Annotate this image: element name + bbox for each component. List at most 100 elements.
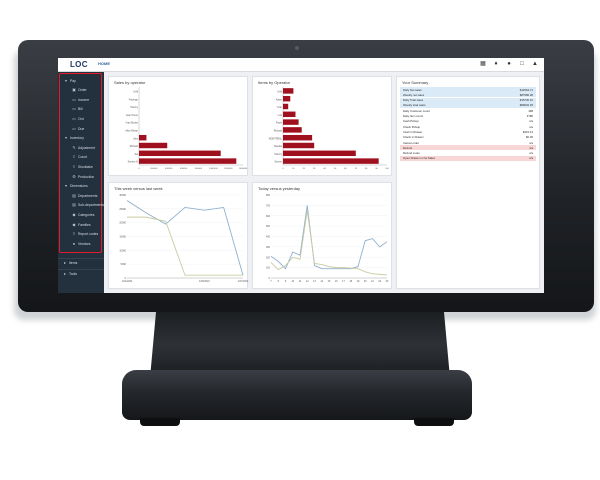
y-tick-label: 400 bbox=[266, 236, 271, 239]
summary-row: Cash in Drawer $415.13 bbox=[400, 129, 536, 135]
sidebar-item[interactable]: ◆ Categories bbox=[58, 211, 104, 218]
summary-value: $89602.03 bbox=[519, 103, 533, 108]
sidebar-item-label: Categories bbox=[78, 212, 95, 217]
app-logo[interactable]: LOC bbox=[70, 60, 88, 69]
sidebar-section-label: Items bbox=[69, 261, 78, 265]
summary-value: n/a bbox=[529, 140, 533, 145]
sidebar-item[interactable]: ▾ Dimensions bbox=[58, 183, 104, 190]
sidebar-item[interactable]: ◆ Families bbox=[58, 221, 104, 228]
sidebar-item-label: Stocktake bbox=[78, 164, 93, 169]
x-tick-label: 0 bbox=[138, 168, 140, 170]
sidebar-item[interactable]: ▾ Inventory bbox=[58, 135, 104, 142]
sidebar-item[interactable]: ▭ Bill bbox=[58, 106, 104, 113]
bar bbox=[283, 88, 294, 94]
document-icon: ▭ bbox=[72, 125, 76, 131]
sidebar-item[interactable]: ▭ Ord bbox=[58, 115, 104, 122]
copy-icon[interactable]: □ bbox=[519, 61, 525, 68]
sidebar-item[interactable]: ▤ Departments bbox=[58, 192, 104, 199]
sidebar-item[interactable]: ≡ Report codes bbox=[58, 231, 104, 238]
sidebar-item[interactable]: ▾ Pay bbox=[58, 77, 104, 84]
sidebar-item-label: Production bbox=[78, 174, 95, 179]
y-tick-label: 600 bbox=[266, 215, 271, 218]
x-tick-label: 9 bbox=[285, 280, 287, 283]
sidebar-section[interactable]: ▸ Items bbox=[58, 258, 104, 267]
chevron-down-icon: ▾ bbox=[64, 77, 67, 83]
x-tick-label: 20 bbox=[303, 168, 306, 170]
list-icon: ≡ bbox=[72, 154, 76, 160]
sidebar-item[interactable]: ✎ Adjustment bbox=[58, 144, 104, 151]
sidebar-item[interactable]: ≡ Count bbox=[58, 154, 104, 161]
bar bbox=[283, 95, 291, 102]
sales-by-operator-chart: Kelli Fravinge Tammy Jean Pierre Yvan Boulet… bbox=[125, 87, 248, 170]
x-tick-label: 0 bbox=[282, 168, 284, 170]
x-tick-label: 70 bbox=[355, 168, 358, 170]
sidebar-section-label: Tools bbox=[69, 272, 77, 276]
card-summary: Your Summary Daily Net sales $14564.71 Wee… bbox=[396, 76, 540, 289]
sidebar-item[interactable]: ▤ Sub-departments bbox=[58, 202, 104, 209]
summary-value: $14564.71 bbox=[519, 87, 533, 92]
summary-value: n/a bbox=[529, 124, 533, 129]
chevron-down-icon: ▾ bbox=[64, 183, 67, 189]
sidebar-item[interactable]: ≡ Stocktake bbox=[58, 163, 104, 170]
cart-icon: ▣ bbox=[72, 87, 76, 93]
summary-row: Daily Net sales $14564.71 bbox=[400, 87, 536, 92]
dashboard-content: Sales by operator Kelli Fravinge Tammy Jean… bbox=[104, 72, 544, 293]
sidebar-item[interactable]: ▭ Income bbox=[58, 96, 104, 103]
sidebar: ▾ Pay ▣ Order ▭ Income ▭ Bill ▭ Ord ▭ Due ▾ Inventory… bbox=[58, 72, 104, 293]
summary-value: 3786 bbox=[526, 114, 533, 118]
y-tick-label: Fravinge bbox=[129, 98, 139, 101]
y-tick-label: 300 bbox=[266, 246, 271, 249]
sidebar-item[interactable]: ▭ Due bbox=[58, 125, 104, 132]
x-tick-label: 30 bbox=[313, 168, 316, 170]
sidebar-item[interactable]: ⚙ Production bbox=[58, 173, 104, 180]
folder-icon: ▤ bbox=[72, 192, 76, 198]
y-tick-label: Tammy bbox=[130, 106, 139, 109]
folder-icon: ▤ bbox=[72, 202, 76, 208]
bar bbox=[139, 142, 168, 149]
summary-label: Daily Customer count bbox=[403, 108, 430, 113]
sidebar-item-label: Income bbox=[78, 97, 90, 102]
x-tick-label: 19 bbox=[357, 280, 360, 283]
sidebar-item[interactable]: ● Vendors bbox=[58, 240, 104, 247]
x-tick-label: 100 bbox=[385, 168, 389, 170]
card-title: Your Summary bbox=[402, 80, 429, 85]
grid-icon[interactable]: ▦ bbox=[480, 61, 486, 68]
sidebar-item-label: Pay bbox=[70, 78, 76, 83]
x-tick-label: 600000 bbox=[180, 168, 188, 170]
bar bbox=[139, 150, 221, 157]
sidebar-item-label: Count bbox=[78, 155, 88, 160]
x-tick-label: 21 bbox=[371, 280, 374, 283]
bar bbox=[283, 111, 296, 118]
summary-label: Check Pickup bbox=[403, 124, 421, 129]
x-tick-label: 10 bbox=[291, 280, 294, 283]
summary-label: Weekly total sales bbox=[403, 103, 426, 108]
x-tick-label: 1400000 bbox=[239, 168, 248, 170]
x-tick-label: 800000 bbox=[195, 168, 203, 170]
items-by-operator-chart: Kelli Adam Yvan Luis Frank Richard MONTREAL Cla… bbox=[269, 87, 390, 170]
bar bbox=[283, 142, 315, 149]
bar bbox=[283, 127, 302, 133]
y-tick-label: Service N bbox=[128, 161, 139, 164]
sidebar-item[interactable]: ▣ Order bbox=[58, 87, 104, 94]
bar bbox=[139, 158, 237, 164]
user-icon[interactable]: ▲ bbox=[532, 61, 538, 68]
summary-row: Cash Pickup n/a bbox=[400, 118, 536, 124]
sidebar-item-label: Departments bbox=[78, 193, 98, 198]
y-tick-label: 30000 bbox=[119, 194, 126, 197]
sidebar-section[interactable]: ▸ Tools bbox=[58, 269, 104, 278]
series-line bbox=[270, 205, 388, 270]
y-tick-label: Jean Pierre bbox=[126, 114, 139, 117]
bell-icon[interactable]: ♦ bbox=[493, 61, 499, 68]
summary-label: Cancel order bbox=[403, 140, 420, 145]
x-tick-label: 15 bbox=[328, 280, 331, 283]
summary-label: Daily Total sales bbox=[403, 98, 424, 103]
y-tick-label: Frank bbox=[276, 122, 283, 125]
card-items-by-operator: Items by Operator Kelli Adam Yvan Luis Frank… bbox=[252, 76, 392, 176]
stand-neck bbox=[150, 312, 450, 378]
stand-foot-left bbox=[140, 418, 180, 426]
y-tick-label: 20000 bbox=[119, 222, 126, 225]
sidebar-item-label: Ord bbox=[78, 116, 84, 121]
stand-base bbox=[122, 370, 472, 420]
x-tick-label: 7 bbox=[270, 280, 272, 283]
help-icon[interactable]: ● bbox=[506, 61, 512, 68]
